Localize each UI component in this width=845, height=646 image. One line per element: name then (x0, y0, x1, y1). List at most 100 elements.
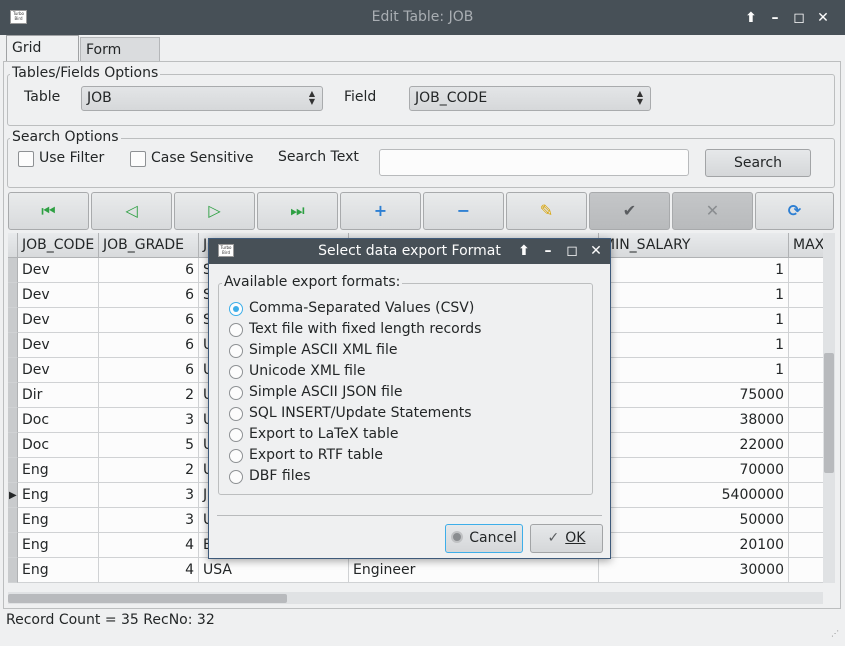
cell-job-code[interactable]: Dev (18, 283, 99, 308)
cell-job-code[interactable]: Dev (18, 333, 99, 358)
vertical-scroll-thumb[interactable] (824, 353, 834, 473)
cell-min-salary[interactable]: 1 (599, 283, 789, 308)
cell-max-salary[interactable] (789, 383, 823, 408)
nav-prior-button[interactable]: ◁ (91, 192, 172, 230)
use-filter-checkbox[interactable] (18, 151, 34, 167)
column-header-job-grade[interactable]: JOB_GRADE (99, 233, 199, 258)
cell-max-salary[interactable] (789, 533, 823, 558)
export-format-label[interactable]: Simple ASCII JSON file (249, 384, 402, 400)
cell-job-code[interactable]: Eng (18, 458, 99, 483)
cell-job-code[interactable]: Dir (18, 383, 99, 408)
export-format-radio[interactable] (229, 302, 243, 316)
export-format-label[interactable]: Simple ASCII XML file (249, 342, 397, 358)
export-format-label[interactable]: DBF files (249, 468, 311, 484)
tab-grid-view[interactable]: Grid View (6, 35, 79, 80)
resize-grip-icon[interactable]: ⋰ (831, 622, 841, 638)
row-indicator[interactable] (8, 508, 18, 533)
nav-next-button[interactable]: ▷ (174, 192, 255, 230)
cell-min-salary[interactable]: 70000 (599, 458, 789, 483)
cell-max-salary[interactable] (789, 258, 823, 283)
nav-edit-button[interactable]: ✎ (506, 192, 587, 230)
minimize-icon[interactable]: – (766, 9, 784, 27)
cell-max-salary[interactable] (789, 358, 823, 383)
tab-form-view[interactable]: Form View (80, 37, 160, 82)
row-indicator[interactable] (8, 383, 18, 408)
cell-min-salary[interactable]: 1 (599, 358, 789, 383)
cell-min-salary[interactable]: 50000 (599, 508, 789, 533)
export-format-label[interactable]: Comma-Separated Values (CSV) (249, 300, 474, 316)
cell-job-grade[interactable]: 6 (99, 333, 199, 358)
export-format-label[interactable]: Export to LaTeX table (249, 426, 398, 442)
grid-vertical-scrollbar[interactable] (823, 233, 835, 583)
cell-job-grade[interactable]: 6 (99, 283, 199, 308)
ok-button[interactable]: ✓ OK (530, 524, 603, 553)
cell-min-salary[interactable]: 30000 (599, 558, 789, 583)
column-header-min-salary[interactable]: MIN_SALARY (599, 233, 789, 258)
cell-job-grade[interactable]: 5 (99, 433, 199, 458)
row-indicator[interactable] (8, 358, 18, 383)
export-format-radio[interactable] (229, 386, 243, 400)
column-header-job-code[interactable]: JOB_CODE (18, 233, 99, 258)
cell-job-code[interactable]: Doc (18, 408, 99, 433)
export-format-label[interactable]: Export to RTF table (249, 447, 383, 463)
cell-job-code[interactable]: Eng (18, 508, 99, 533)
table-combo[interactable]: JOB ▲ ▼ (81, 86, 323, 111)
nav-refresh-button[interactable]: ⟳ (755, 192, 834, 230)
nav-post-button[interactable]: ✔ (589, 192, 670, 230)
row-indicator[interactable]: ▶ (8, 483, 18, 508)
row-indicator[interactable] (8, 533, 18, 558)
export-format-label[interactable]: Text file with fixed length records (249, 321, 481, 337)
cell-job-grade[interactable]: 6 (99, 308, 199, 333)
row-indicator[interactable] (8, 408, 18, 433)
cell-max-salary[interactable] (789, 408, 823, 433)
cell-job-grade[interactable]: 2 (99, 383, 199, 408)
cell-job-grade[interactable]: 4 (99, 533, 199, 558)
dialog-keep-above-icon[interactable]: ⬆ (515, 242, 533, 260)
horizontal-scroll-thumb[interactable] (8, 594, 287, 603)
cell-min-salary[interactable]: 20100 (599, 533, 789, 558)
cell-min-salary[interactable]: 75000 (599, 383, 789, 408)
nav-last-button[interactable]: ⏭ (257, 192, 338, 230)
column-header-max-salary[interactable]: MAX (789, 233, 823, 258)
row-indicator[interactable] (8, 258, 18, 283)
search-button[interactable]: Search (705, 149, 811, 177)
export-format-label[interactable]: Unicode XML file (249, 363, 365, 379)
cell-min-salary[interactable]: 38000 (599, 408, 789, 433)
field-combo[interactable]: JOB_CODE ▲ ▼ (409, 86, 651, 111)
row-indicator[interactable] (8, 283, 18, 308)
search-text-input[interactable] (379, 149, 689, 176)
nav-cancel-button[interactable]: ✕ (672, 192, 753, 230)
nav-insert-button[interactable]: + (340, 192, 421, 230)
cell-job-grade[interactable]: 3 (99, 508, 199, 533)
export-format-radio[interactable] (229, 407, 243, 421)
row-indicator[interactable] (8, 333, 18, 358)
row-indicator[interactable] (8, 458, 18, 483)
maximize-icon[interactable]: ◻ (790, 9, 808, 27)
cell-job-code[interactable]: Dev (18, 358, 99, 383)
cell-max-salary[interactable] (789, 558, 823, 583)
cell-job-code[interactable]: Eng (18, 558, 99, 583)
case-sensitive-checkbox[interactable] (130, 151, 146, 167)
cell-job-grade[interactable]: 3 (99, 483, 199, 508)
cell-job-code[interactable]: Eng (18, 533, 99, 558)
cell-job-grade[interactable]: 6 (99, 358, 199, 383)
cell-min-salary[interactable]: 5400000 (599, 483, 789, 508)
export-format-label[interactable]: SQL INSERT/Update Statements (249, 405, 472, 421)
cell-max-salary[interactable] (789, 458, 823, 483)
grid-horizontal-scrollbar[interactable] (8, 592, 823, 604)
row-indicator[interactable] (8, 558, 18, 583)
export-format-radio[interactable] (229, 449, 243, 463)
cell-max-salary[interactable] (789, 333, 823, 358)
cell-job-title[interactable]: Engineer (349, 558, 599, 583)
dialog-minimize-icon[interactable]: – (539, 242, 557, 260)
cell-job-grade[interactable]: 3 (99, 408, 199, 433)
dialog-maximize-icon[interactable]: ◻ (563, 242, 581, 260)
export-format-radio[interactable] (229, 428, 243, 442)
export-format-radio[interactable] (229, 365, 243, 379)
cell-job-grade[interactable]: 4 (99, 558, 199, 583)
cell-min-salary[interactable]: 1 (599, 308, 789, 333)
export-format-radio[interactable] (229, 344, 243, 358)
cell-job-code[interactable]: Dev (18, 258, 99, 283)
row-indicator[interactable] (8, 308, 18, 333)
cell-max-salary[interactable] (789, 483, 823, 508)
